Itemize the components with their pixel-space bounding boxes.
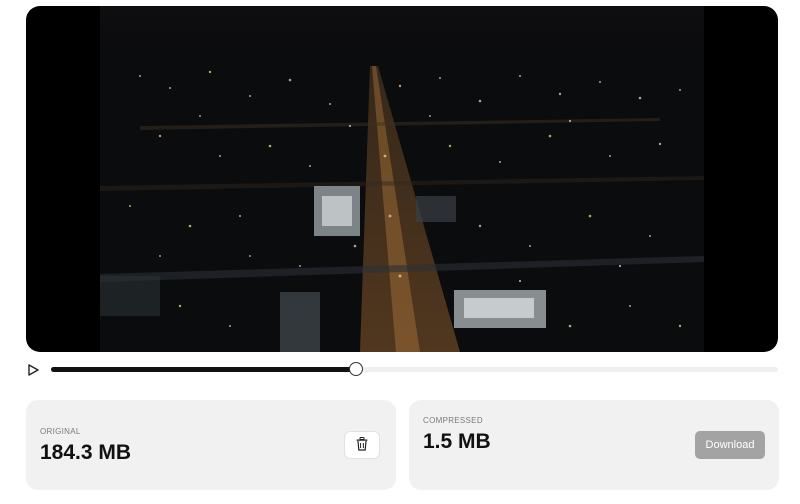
compressed-file-card: COMPRESSED 1.5 MB Download (409, 400, 779, 490)
video-compressor-page: ORIGINAL 184.3 MB COMPRESSED 1.5 MB Down… (0, 0, 800, 504)
play-icon[interactable] (26, 363, 40, 377)
delete-button[interactable] (344, 431, 380, 459)
seek-progress (51, 367, 357, 372)
original-label: ORIGINAL (40, 427, 81, 436)
original-size: 184.3 MB (40, 441, 132, 464)
download-button[interactable]: Download (695, 431, 765, 459)
compressed-size: 1.5 MB (423, 430, 491, 453)
seek-handle[interactable] (349, 362, 364, 376)
original-file-card: ORIGINAL 184.3 MB (26, 400, 396, 490)
playback-controls (26, 360, 778, 380)
trash-icon (356, 436, 368, 454)
video-frame[interactable] (100, 6, 704, 352)
video-thumbnail (100, 6, 704, 352)
video-player[interactable] (26, 6, 778, 352)
seek-bar[interactable] (51, 362, 778, 376)
compressed-label: COMPRESSED (423, 416, 483, 425)
